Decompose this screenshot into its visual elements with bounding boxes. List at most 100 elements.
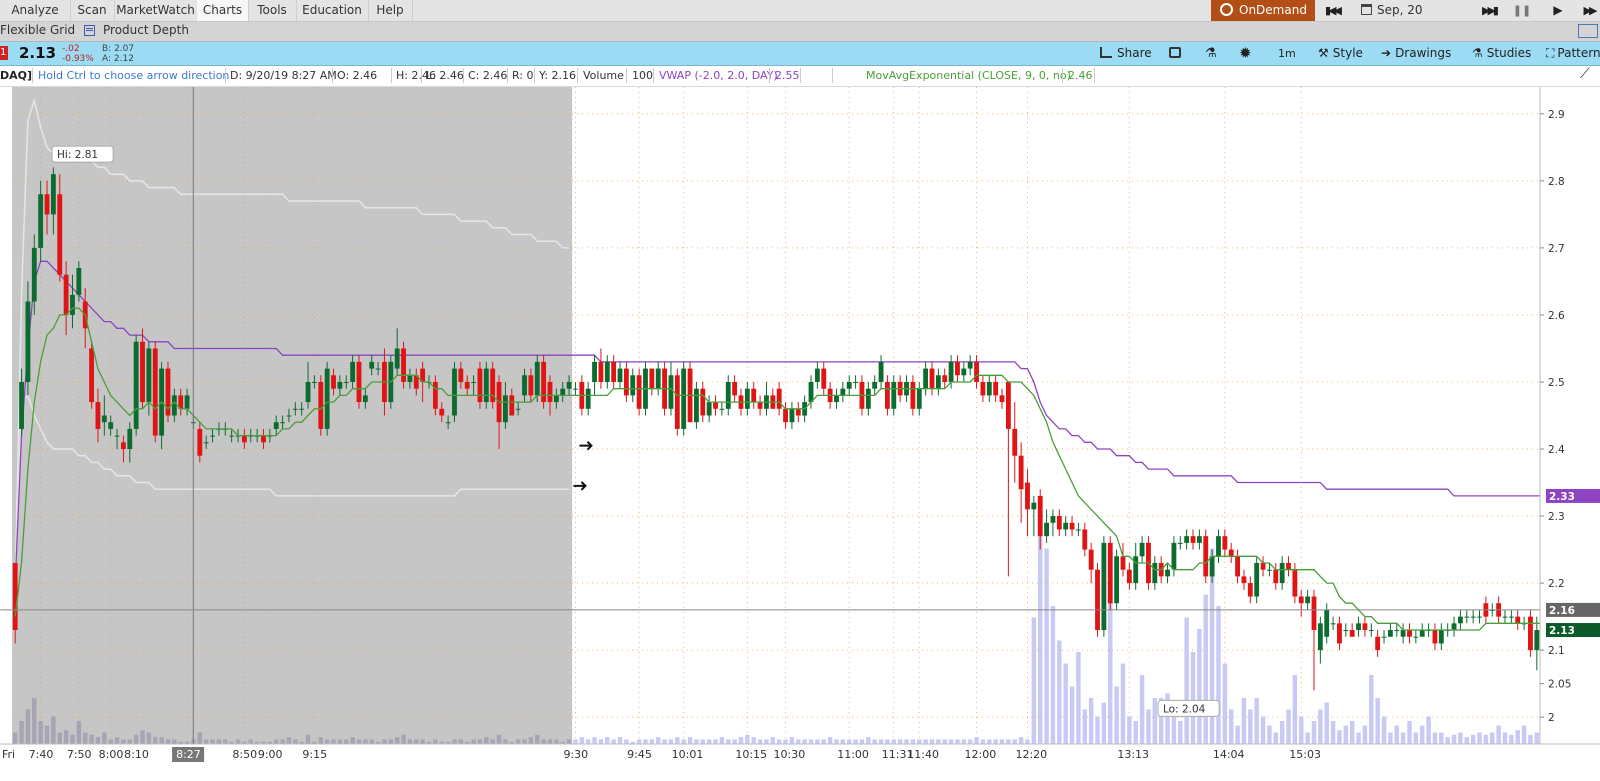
volume-bar [293, 739, 298, 744]
flexible-grid-label[interactable]: Flexible Grid [0, 23, 75, 37]
volume-bar [948, 739, 954, 744]
patterns-menu[interactable]: ⛶ Pattern [1546, 42, 1600, 65]
skip-end-icon[interactable]: ▶▶ [1578, 0, 1600, 21]
candle-body [273, 422, 279, 429]
rewind-icon[interactable]: ▮◀◀ [1320, 0, 1344, 21]
volume-bar [675, 737, 680, 744]
volume-bar [700, 739, 706, 744]
candle-body [789, 408, 795, 423]
style-menu[interactable]: ⚒ Style [1318, 42, 1363, 65]
pause-icon[interactable]: ❚❚ [1512, 0, 1532, 21]
menu-tab-analyze[interactable]: Analyze [0, 0, 71, 21]
candle-body [1190, 536, 1196, 543]
menu-tab-scan[interactable]: Scan [70, 0, 115, 21]
snapshot-icon[interactable] [1169, 42, 1185, 65]
hint-text: Hold Ctrl to choose arrow direction [38, 69, 230, 82]
bar-range: R: 0 [512, 69, 534, 82]
ondemand-label: OnDemand [1239, 3, 1307, 17]
link-flag[interactable]: 1 [0, 46, 8, 60]
menu-tab-help[interactable]: Help [368, 0, 413, 21]
volume-bar [369, 739, 374, 744]
volume-bar [1381, 716, 1387, 744]
volume-bar [324, 739, 330, 744]
candle-body [1114, 556, 1120, 604]
play-icon[interactable]: ▶ [1548, 0, 1568, 21]
candle-body [1088, 549, 1094, 570]
candle-body [744, 388, 750, 409]
window-toggle-icon[interactable] [1578, 24, 1598, 38]
candle-body [668, 375, 674, 409]
candle-body [636, 375, 642, 409]
candle-body [910, 381, 916, 409]
volume-bar [1273, 732, 1279, 744]
candle-body [1298, 596, 1304, 604]
share-button[interactable]: Share [1100, 42, 1152, 65]
candle-body [1241, 576, 1247, 584]
volume-bar [1439, 732, 1444, 744]
candle-body [821, 368, 827, 389]
menu-tab-education[interactable]: Education [296, 0, 369, 21]
product-depth-link[interactable]: Product Depth [103, 23, 189, 37]
volume-bar [1349, 721, 1355, 744]
candle-body [1394, 630, 1400, 632]
candle-body [407, 375, 413, 382]
flask-icon[interactable]: ⚗ [1205, 42, 1217, 65]
timeframe-selector[interactable]: 1m [1278, 42, 1296, 65]
candle-body [1056, 516, 1062, 530]
candle-body [1330, 623, 1336, 625]
volume-bar [95, 737, 101, 744]
volume-bar [668, 739, 674, 744]
volume-bar [866, 737, 871, 744]
volume-label[interactable]: Volume [583, 69, 624, 82]
separator [626, 68, 627, 83]
volume-bar [1318, 709, 1323, 744]
menu-tab-charts[interactable]: Charts [197, 0, 249, 21]
volume-bar [1120, 663, 1126, 744]
ema-label[interactable]: MovAvgExponential (CLOSE, 9, 0, no) [866, 69, 1071, 82]
separator [800, 68, 801, 83]
ondemand-button[interactable]: OnDemand [1211, 0, 1315, 21]
bar-prev-close: Y: 2.16 [539, 69, 576, 82]
volume-bar [70, 734, 75, 744]
share-label: Share [1117, 46, 1152, 60]
price-tick-label: 2.1 [1548, 645, 1565, 657]
ondemand-date-picker[interactable]: Sep, 20 15:12:55 [1355, 0, 1470, 37]
volume-bar [923, 739, 928, 744]
symbol-fragment[interactable]: DAQ] [0, 69, 32, 82]
volume-bar [280, 739, 285, 744]
price-chart[interactable]: Hi: 2.81 Lo: 2.04 2 2.05 2.1 2.13 2.16 2.2 2.3 2.… [0, 87, 1600, 781]
volume-bar [834, 739, 839, 744]
candle-body [337, 381, 343, 389]
candle-body [681, 368, 687, 429]
volume-bar [159, 737, 164, 744]
candle-body [375, 368, 381, 370]
low-label-text: Lo: 2.04 [1163, 703, 1206, 715]
volume-bar [1254, 698, 1259, 744]
menu-tab-tools[interactable]: Tools [248, 0, 297, 21]
change-percent: -0.93% [62, 54, 94, 64]
volume-bar [815, 739, 820, 744]
fast-forward-icon[interactable]: ▶▶▮ [1477, 0, 1501, 21]
candle-body [509, 395, 515, 416]
volume-bar [904, 739, 909, 744]
volume-bar [1470, 734, 1476, 744]
vwap-label[interactable]: VWAP (-2.0, 2.0, DAY) [659, 69, 778, 82]
trend-icon[interactable]: ⟋ [1580, 66, 1590, 82]
volume-bar [1490, 732, 1495, 744]
candle-body [674, 375, 680, 429]
candle-body [942, 375, 948, 382]
candle-body [114, 435, 120, 437]
volume-bar [1108, 594, 1113, 744]
candle-body [1031, 502, 1037, 510]
drawings-menu[interactable]: ➔ Drawings [1381, 42, 1451, 65]
studies-menu[interactable]: ⚗ Studies [1472, 42, 1531, 65]
gear-icon[interactable]: ✹ [1239, 42, 1252, 65]
volume-bar [726, 739, 731, 744]
high-label: Hi: 2.81 [51, 145, 114, 163]
volume-bar [1311, 721, 1317, 744]
volume-bar [1509, 734, 1514, 744]
candle-body [808, 381, 814, 403]
menu-tab-marketwatch[interactable]: MarketWatch [114, 0, 198, 21]
volume-bar [1063, 663, 1068, 744]
candle-body [120, 442, 126, 450]
